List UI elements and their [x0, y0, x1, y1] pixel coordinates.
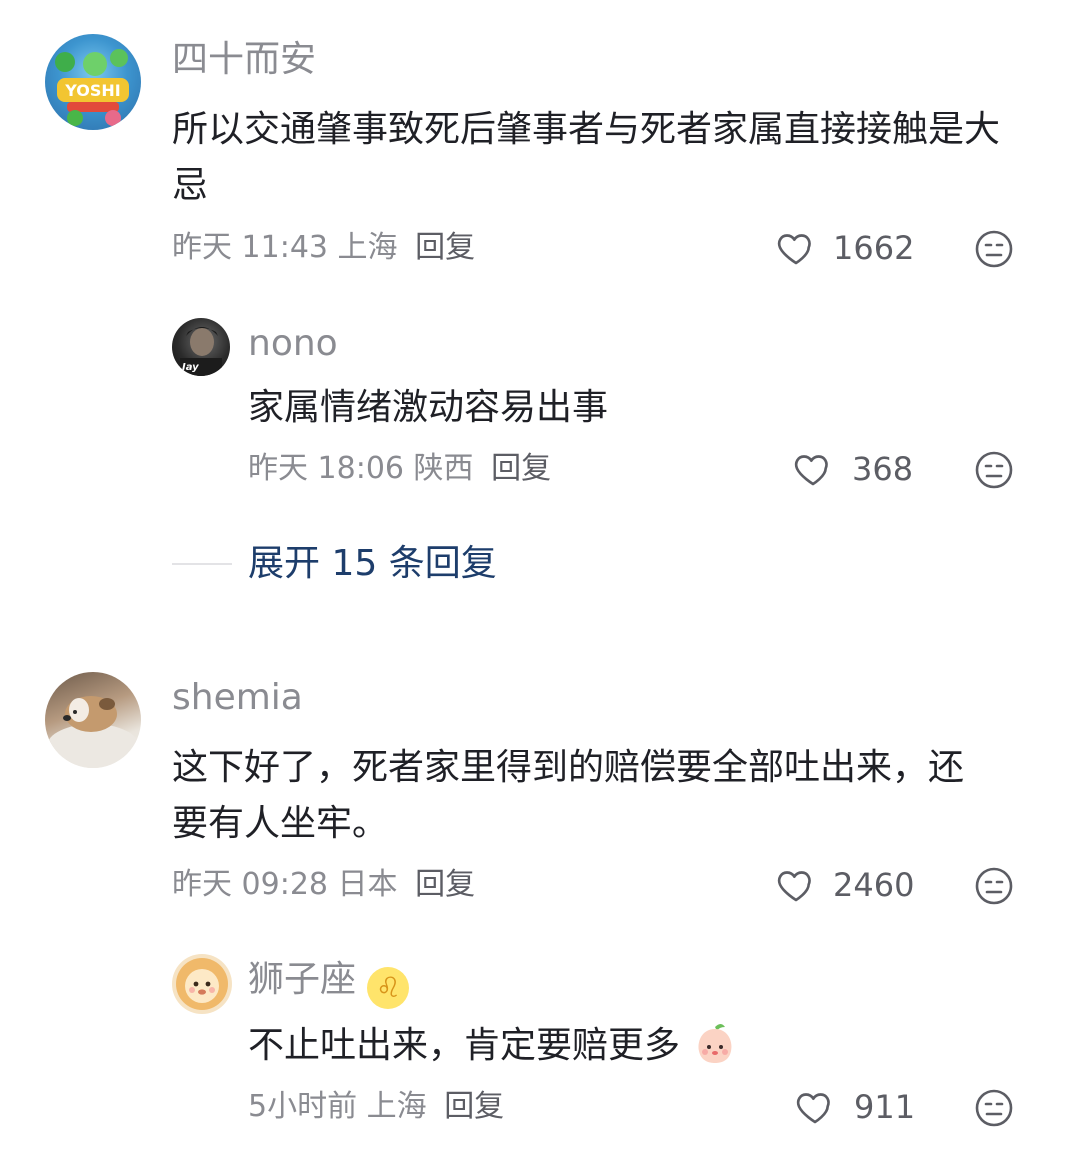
comment-location: 日本: [337, 867, 398, 902]
comment-time: 昨天 09:28: [172, 867, 328, 902]
lion-cartoon-avatar: [176, 958, 228, 1010]
reply-location: 陕西: [413, 451, 474, 486]
comment-username[interactable]: shemia: [172, 676, 303, 720]
avatar[interactable]: [45, 672, 141, 768]
meh-face-icon[interactable]: [974, 866, 1014, 906]
reply-username-text: 狮子座: [248, 959, 357, 1000]
reply-button[interactable]: 回复: [415, 230, 475, 265]
heart-outline-icon: [777, 234, 811, 265]
reply-time: 5小时前: [248, 1089, 358, 1124]
like-button[interactable]: 2460: [775, 865, 915, 905]
reply-username[interactable]: 狮子座 ♌: [248, 958, 410, 1009]
peach-emoji-icon: [698, 1024, 732, 1063]
expand-divider: [172, 563, 232, 565]
expand-replies-button[interactable]: 展开 15 条回复: [248, 542, 497, 586]
reply-meta: 昨天 18:06 陕西 回复: [248, 449, 551, 489]
dog-photo: [47, 696, 139, 768]
like-count: 2460: [833, 866, 915, 904]
heart-outline-icon: [796, 1093, 830, 1124]
like-button[interactable]: 911: [794, 1087, 916, 1127]
reply-meta: 5小时前 上海 回复: [248, 1087, 504, 1127]
comment-location: 上海: [337, 230, 398, 265]
reply-location: 上海: [366, 1089, 427, 1124]
reply-text: 不止吐出来，肯定要赔更多: [248, 1018, 1008, 1074]
avatar[interactable]: YOSHI: [45, 34, 141, 130]
like-count: 368: [852, 450, 914, 488]
reply-text-content: 不止吐出来，肯定要赔更多: [248, 1025, 681, 1066]
comment-text: 这下好了，死者家里得到的赔偿要全部吐出来，还要有人坐牢。: [172, 747, 965, 844]
like-count: 1662: [833, 229, 915, 267]
meh-face-icon[interactable]: [974, 450, 1014, 490]
reply-button[interactable]: 回复: [491, 451, 551, 486]
comment-text: 所以交通肇事致死后肇事者与死者家属直接接触是大忌: [172, 109, 1001, 206]
reply-time: 昨天 18:06: [248, 451, 404, 486]
like-count: 911: [854, 1088, 916, 1126]
like-button[interactable]: 1662: [775, 228, 915, 268]
avatar-badge: Jay: [180, 362, 199, 373]
comment-meta: 昨天 09:28 日本 回复: [172, 865, 475, 905]
reply-button[interactable]: 回复: [415, 867, 475, 902]
heart-outline-icon: [777, 871, 811, 902]
avatar-photo: Jay: [180, 327, 222, 376]
svg-text:YOSHI: YOSHI: [64, 81, 120, 100]
avatar[interactable]: Jay: [172, 318, 230, 376]
avatar[interactable]: [172, 954, 232, 1014]
comment-time: 昨天 11:43: [172, 230, 328, 265]
reply-text: 家属情绪激动容易出事: [248, 387, 609, 428]
reply-button[interactable]: 回复: [444, 1089, 504, 1124]
leo-zodiac-icon: ♌: [367, 967, 410, 1009]
reply-username[interactable]: nono: [248, 322, 338, 366]
like-button[interactable]: 368: [792, 449, 916, 489]
heart-outline-icon: [794, 455, 828, 486]
yoshi-game-artwork: YOSHI: [55, 49, 129, 126]
comment-username[interactable]: 四十而安: [172, 38, 316, 82]
meh-face-icon[interactable]: [974, 1088, 1014, 1128]
comment-meta: 昨天 11:43 上海 回复: [172, 228, 475, 268]
meh-face-icon[interactable]: [974, 229, 1014, 269]
